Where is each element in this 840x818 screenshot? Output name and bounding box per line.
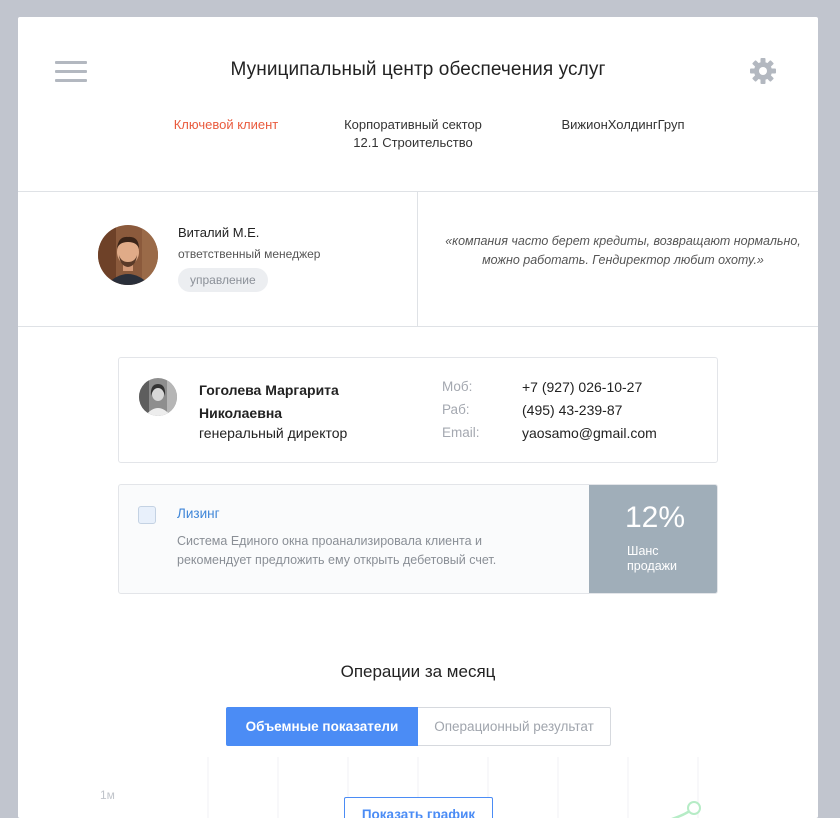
gear-icon[interactable] [749,57,777,85]
manager-name: Виталий М.Е. [178,225,260,240]
email-label: Email: [442,425,480,440]
mobile-phone[interactable]: +7 (927) 026-10-27 [522,379,642,395]
manager-avatar [98,225,158,285]
manager-note: «компания часто берет кредиты, возвращаю… [445,234,801,267]
work-label: Раб: [442,402,470,417]
chart-y-tick: 1м [100,788,115,802]
sale-chance-panel: 12% Шанс продажи [589,485,717,593]
chart-point [687,801,701,815]
divider [18,326,818,327]
client-card: Муниципальный центр обеспечения услуг Кл… [18,17,818,818]
sector-tag: Корпоративный сектор 12.1 Строительство [322,116,504,152]
contact-name-first-line: Гоголева Маргарита [199,382,339,398]
contact-card: Гоголева Маргарита Николаевна генеральны… [118,357,718,463]
contact-name-second-line: Николаевна [199,405,283,421]
mobile-label: Моб: [442,379,473,394]
contact-name: Гоголева Маргарита Николаевна [199,379,339,425]
sale-chance-value: 12% [625,501,686,534]
sale-chance-label-line2: продажи [627,559,677,573]
manager-role: ответственный менеджер [178,247,321,261]
contact-role: генеральный директор [199,425,348,441]
show-chart-button[interactable]: Показать график [344,797,493,818]
manager-badge[interactable]: управление [178,268,268,292]
sale-chance-label: Шанс продажи [627,544,677,574]
sector-name: Корпоративный сектор [344,117,482,132]
page-title: Муниципальный центр обеспечения услуг [230,59,606,80]
email-link[interactable]: yaosamo@gmail.com [522,425,657,441]
company-tag: ВижионХолдингГруп [561,117,685,132]
contact-avatar [139,378,177,416]
sector-code: 12.1 Строительство [353,135,473,150]
tab-volume-indicators[interactable]: Объемные показатели [226,707,418,746]
operations-title: Операции за месяц [340,662,496,681]
offer-title[interactable]: Лизинг [177,506,220,521]
tab-operational-result[interactable]: Операционный результат [418,707,611,746]
offer-checkbox[interactable] [138,506,156,524]
divider [417,191,418,326]
chart-series-line [671,807,695,818]
key-client-tag[interactable]: Ключевой клиент [138,116,314,134]
offer-description: Система Единого окна проанализировала кл… [177,534,497,567]
sale-chance-label-line1: Шанс [627,544,659,558]
work-phone[interactable]: (495) 43-239-87 [522,402,622,418]
divider [18,191,818,192]
offer-card: Лизинг Система Единого окна проанализиро… [118,484,718,594]
